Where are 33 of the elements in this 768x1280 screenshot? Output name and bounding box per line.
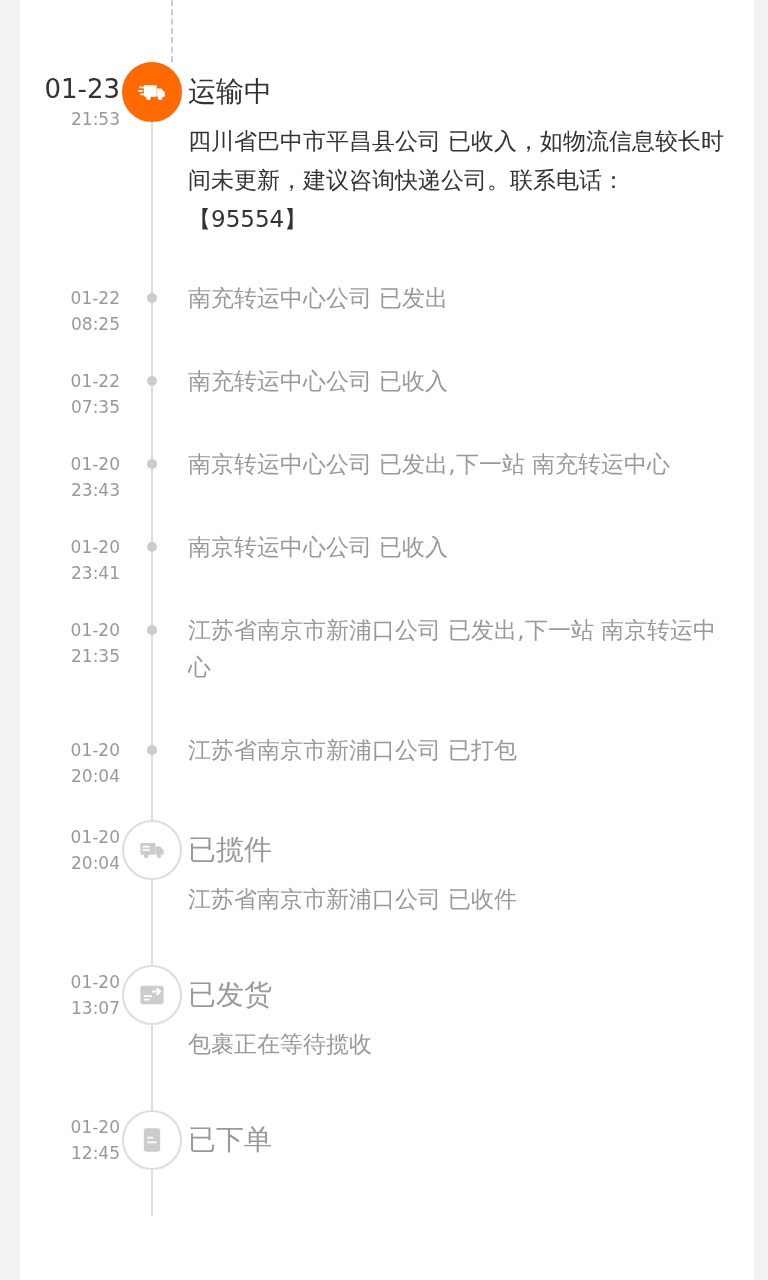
status-description: 南京转运中心公司 已收入 [188, 533, 450, 562]
date-text: 01-20 [69, 453, 120, 476]
time-text: 20:04 [70, 765, 120, 788]
date-text: 01-20 [69, 739, 120, 762]
status-description: 南充转运中心公司 已收入 [188, 367, 450, 396]
status-title: 运输中 [188, 74, 273, 110]
status-description: 江苏省南京市新浦口公司 已收件 [188, 885, 519, 914]
status-description: 包裹正在等待揽收 [188, 1030, 373, 1059]
time-text: 21:35 [70, 645, 120, 668]
status-description: 南京转运中心公司 已发出,下一站 南充转运中心 [188, 450, 671, 479]
time-text: 21:53 [70, 108, 120, 131]
status-title: 已下单 [188, 1122, 273, 1158]
date-text: 01-23 [43, 73, 120, 106]
date-text: 01-20 [69, 826, 120, 849]
date-text: 01-20 [69, 1116, 120, 1139]
time-text: 13:07 [70, 997, 120, 1020]
date-text: 01-20 [69, 971, 120, 994]
status-description: 江苏省南京市新浦口公司 已打包 [188, 736, 519, 765]
status-description: 四川省巴中市平昌县公司 已收入，如物流信息较长时间未更新，建议咨询快递公司。联系电话：【95554】 [188, 127, 726, 234]
date-text: 01-20 [69, 619, 120, 642]
time-text: 20:04 [70, 852, 120, 875]
date-text: 01-20 [69, 536, 120, 559]
status-title: 已发货 [188, 977, 273, 1013]
status-description: 江苏省南京市新浦口公司 已发出,下一站 南京转运中心 [188, 616, 717, 682]
status-title: 已揽件 [188, 832, 273, 868]
status-description: 南充转运中心公司 已发出 [188, 284, 450, 313]
time-text: 23:41 [70, 562, 120, 585]
time-text: 08:25 [70, 313, 120, 336]
date-text: 01-22 [69, 370, 120, 393]
time-text: 23:43 [70, 479, 120, 502]
date-text: 01-22 [69, 287, 120, 310]
time-text: 07:35 [70, 396, 120, 419]
time-text: 12:45 [70, 1142, 120, 1165]
